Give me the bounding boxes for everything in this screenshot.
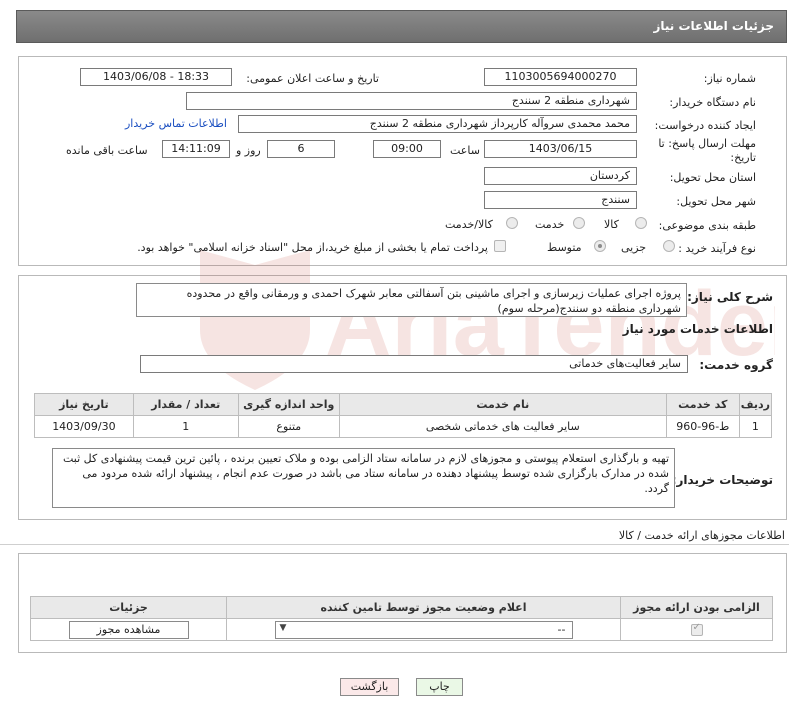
time-left-field: 14:11:09 xyxy=(162,140,230,158)
permit-required-checkbox: ✓ xyxy=(690,622,703,636)
cell-permit-status: ▼ -- xyxy=(226,618,621,641)
cell-need-date: 1403/09/30 xyxy=(34,415,134,438)
cell-row-number: 1 xyxy=(738,415,773,438)
remaining-label: ساعت باقی مانده xyxy=(66,144,148,157)
cell-service-name: سایر فعالیت های خدماتی شخصی xyxy=(338,415,667,438)
chevron-down-icon: ▼ xyxy=(279,622,287,633)
process-minor-radio[interactable] xyxy=(663,240,675,252)
cell-service-code: ط-96-960 xyxy=(665,415,740,438)
services-info-heading: اطلاعات خدمات مورد نیاز xyxy=(622,322,773,336)
category-label: طبقه بندی موضوعی: xyxy=(658,219,756,232)
permit-status-value: -- xyxy=(557,622,566,636)
cell-quantity: 1 xyxy=(132,415,239,438)
contact-buyer-link[interactable]: اطلاعات تماس خریدار xyxy=(125,117,227,130)
permits-table: الزامی بودن ارائه مجوز اعلام وضعیت مجوز … xyxy=(30,596,773,641)
page-title: جزئیات اطلاعات نیاز xyxy=(653,19,774,33)
announce-datetime-label: تاریخ و ساعت اعلان عمومی: xyxy=(246,72,379,85)
requester-label: ایجاد کننده درخواست: xyxy=(654,119,756,132)
page-header: جزئیات اطلاعات نیاز xyxy=(16,10,787,43)
buyer-org-field[interactable]: شهرداری منطقه 2 سنندج xyxy=(186,92,637,110)
services-table-header-row: ردیف کد خدمت نام خدمت واحد اندازه گیری ت… xyxy=(34,393,773,416)
days-left-field: 6 xyxy=(267,140,335,158)
permits-table-header-row: الزامی بودن ارائه مجوز اعلام وضعیت مجوز … xyxy=(30,596,773,619)
days-and-label: روز و xyxy=(236,144,261,157)
general-desc-textarea[interactable]: پروژه اجرای عملیات زیرسازی و اجرای ماشین… xyxy=(136,283,687,317)
col-permit-required: الزامی بودن ارائه مجوز xyxy=(620,596,773,619)
print-button[interactable]: چاپ xyxy=(416,678,463,696)
col-permit-status: اعلام وضعیت مجوز توسط تامین کننده xyxy=(226,596,621,619)
cell-permit-required: ✓ xyxy=(620,618,773,641)
need-number-label: شماره نیاز: xyxy=(703,72,756,85)
category-service-label: خدمت xyxy=(535,218,565,231)
announce-datetime-field[interactable]: 1403/06/08 - 18:33 xyxy=(80,68,232,86)
col-permit-details: جزئیات xyxy=(30,596,227,619)
province-field[interactable]: کردستان xyxy=(484,167,637,185)
treasury-payment-note: پرداخت تمام یا بخشی از مبلغ خرید،از محل … xyxy=(137,241,488,254)
category-goods-service-radio[interactable] xyxy=(506,217,518,229)
view-permit-button[interactable]: مشاهده مجوز xyxy=(68,620,189,639)
city-field[interactable]: سنندج xyxy=(484,191,637,209)
deadline-date-field[interactable]: 1403/06/15 xyxy=(484,140,637,158)
deadline-label: مهلت ارسال پاسخ: تا تاریخ: xyxy=(658,137,756,164)
permit-status-select[interactable]: ▼ -- xyxy=(274,620,573,639)
col-service-name: نام خدمت xyxy=(338,393,667,416)
category-goods-service-label: کالا/خدمت xyxy=(445,218,493,231)
col-quantity: تعداد / مقدار xyxy=(132,393,239,416)
treasury-payment-checkbox[interactable] xyxy=(494,240,506,252)
service-group-label: گروه خدمت: xyxy=(699,358,773,372)
process-medium-label: متوسط xyxy=(547,241,582,254)
deadline-time-field[interactable]: 09:00 xyxy=(373,140,441,158)
process-medium-radio[interactable] xyxy=(594,240,606,252)
services-table: ردیف کد خدمت نام خدمت واحد اندازه گیری ت… xyxy=(34,393,773,438)
cell-unit: متنوع xyxy=(237,415,340,438)
table-row: 1 ط-96-960 سایر فعالیت های خدماتی شخصی م… xyxy=(34,415,773,438)
col-need-date: تاریخ نیاز xyxy=(34,393,134,416)
service-group-field[interactable]: سایر فعالیت‌های خدماتی xyxy=(140,355,688,373)
buyer-notes-label: توضیحات خریدار: xyxy=(671,473,773,487)
category-goods-label: کالا xyxy=(604,218,619,231)
buyer-org-label: نام دستگاه خریدار: xyxy=(669,96,756,109)
need-number-field[interactable]: 1103005694000270 xyxy=(484,68,637,86)
province-label: استان محل تحویل: xyxy=(669,171,756,184)
col-row-number: ردیف xyxy=(738,393,773,416)
col-service-code: کد خدمت xyxy=(665,393,740,416)
process-type-label: نوع فرآیند خرید : xyxy=(678,242,756,255)
deadline-time-label: ساعت xyxy=(450,144,480,157)
permits-section-title: اطلاعات مجوزهای ارائه خدمت / کالا xyxy=(618,529,785,542)
buyer-notes-textarea[interactable]: تهیه و بارگذاری استعلام پیوستی و مجوزهای… xyxy=(52,448,675,508)
general-desc-label: شرح کلی نیاز: xyxy=(687,290,773,304)
col-unit: واحد اندازه گیری xyxy=(237,393,340,416)
category-service-radio[interactable] xyxy=(573,217,585,229)
cell-permit-details: مشاهده مجوز xyxy=(30,618,227,641)
city-label: شهر محل تحویل: xyxy=(676,195,756,208)
back-button[interactable]: بازگشت xyxy=(340,678,399,696)
permits-section-divider xyxy=(0,544,789,545)
table-row: ✓ ▼ -- مشاهده مجوز xyxy=(30,618,773,641)
check-icon: ✓ xyxy=(692,622,701,633)
category-goods-radio[interactable] xyxy=(635,217,647,229)
requester-field[interactable]: محمد محمدی سروآله کارپرداز شهرداری منطقه… xyxy=(238,115,637,133)
process-minor-label: جزیی xyxy=(621,241,647,254)
